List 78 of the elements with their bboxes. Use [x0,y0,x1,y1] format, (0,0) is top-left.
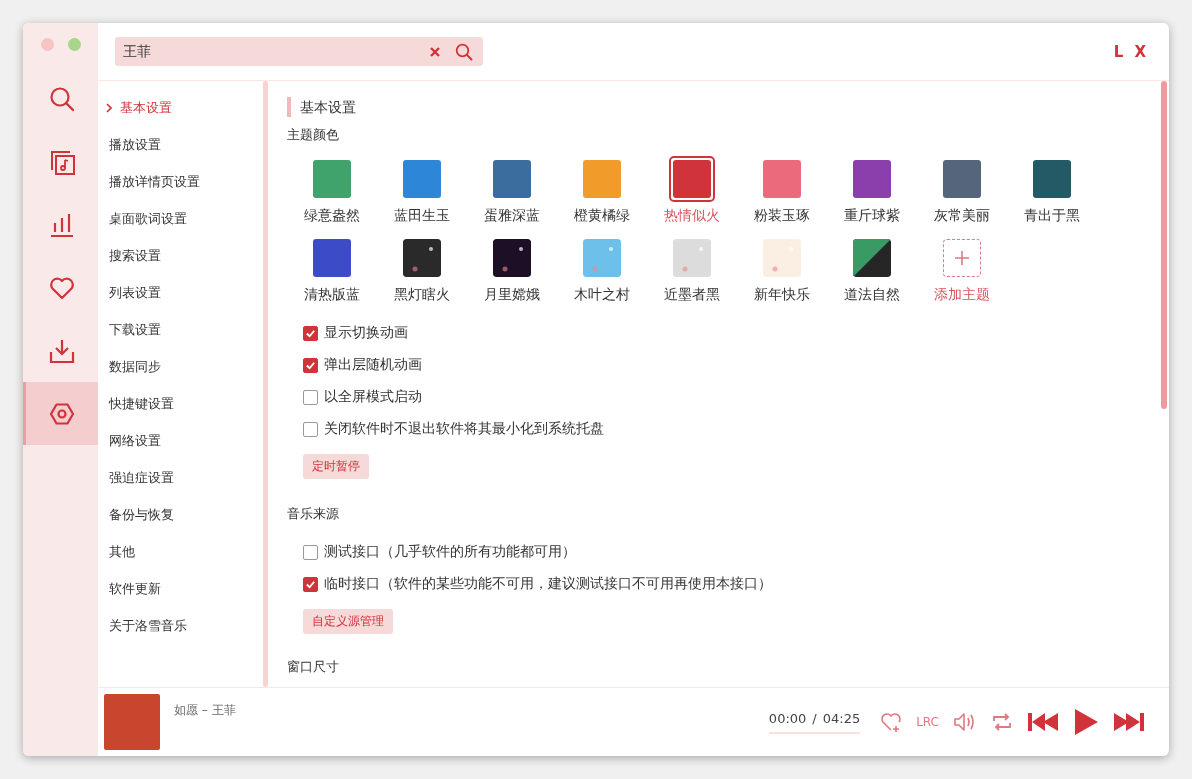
checkbox-label: 显示切换动画 [324,324,408,342]
settings-menu-item[interactable]: 播放设置 [98,126,270,163]
scrollbar-thumb[interactable] [1161,81,1167,409]
settings-menu-item[interactable]: 网络设置 [98,422,270,459]
search-field[interactable]: 王菲 [115,37,483,66]
plus-icon [954,250,970,266]
search-icon[interactable] [455,42,473,61]
theme-option[interactable]: 近墨者黑 [647,235,737,304]
settings-menu-item[interactable]: 关于洛雪音乐 [98,607,270,644]
theme-option[interactable]: 木叶之村 [557,235,647,304]
checkbox[interactable] [303,389,318,405]
settings-menu-item[interactable]: 强迫症设置 [98,459,270,496]
checkbox[interactable] [303,357,318,373]
download-icon [49,337,75,364]
settings-icon [49,400,75,427]
time-separator: / [812,710,817,726]
theme-option[interactable]: 粉装玉琢 [737,156,827,225]
play-icon[interactable] [1073,708,1099,736]
timer-pause-button[interactable]: 定时暂停 [303,454,369,479]
song-title: 如愿 – 王菲 [174,702,236,719]
checkbox-label: 临时接口（软件的某些功能不可用，建议测试接口不可用再使用本接口） [324,575,772,593]
theme-option[interactable]: 热情似火 [647,156,737,225]
checkbox[interactable] [303,544,318,560]
chevron-icon [106,102,112,113]
checkbox-label: 关闭软件时不退出软件将其最小化到系统托盘 [324,420,604,438]
settings-menu-item[interactable]: 播放详情页设置 [98,163,270,200]
app-logo: L X [1113,42,1149,61]
search-icon [49,85,75,112]
check-icon [305,578,316,590]
theme-option[interactable]: 道法自然 [827,235,917,304]
theme-option[interactable]: 灰常美丽 [917,156,1007,225]
custom-source-button[interactable]: 自定义源管理 [303,609,393,634]
add-theme-button[interactable]: 添加主题 [917,235,1007,304]
theme-option[interactable]: 黑灯瞎火 [377,235,467,304]
theme-option[interactable]: 新年快乐 [737,235,827,304]
theme-label: 主题颜色 [287,126,340,144]
theme-option[interactable]: 橙黄橘绿 [557,156,647,225]
next-track-icon[interactable] [1113,711,1145,733]
checkbox-label: 弹出层随机动画 [324,356,422,374]
checkbox-label: 以全屏模式启动 [324,388,422,406]
settings-menu-item[interactable]: 快捷键设置 [98,385,270,422]
theme-option[interactable]: 蛋雅深蓝 [467,156,557,225]
theme-option[interactable]: 绿意盎然 [287,156,377,225]
bar-chart-icon [49,211,75,238]
music-note-icon [49,148,75,175]
theme-option[interactable]: 青出于黑 [1007,156,1097,225]
volume-icon[interactable] [953,711,977,733]
settings-nav-button[interactable] [23,382,98,445]
repeat-icon[interactable] [991,711,1013,733]
previous-track-icon[interactable] [1027,711,1059,733]
search-input[interactable]: 王菲 [121,42,415,61]
settings-menu-item[interactable]: 其他 [98,533,270,570]
settings-menu-item[interactable]: 列表设置 [98,274,270,311]
heart-icon[interactable] [880,711,903,733]
checkbox[interactable] [303,421,318,437]
checkbox-label: 测试接口（几乎软件的所有功能都可用） [324,543,576,561]
checkbox[interactable] [303,576,318,592]
settings-menu-item[interactable]: 搜索设置 [98,237,270,274]
theme-option[interactable]: 清热版蓝 [287,235,377,304]
current-time: 00:00 [768,710,807,726]
settings-menu-item[interactable]: 桌面歌词设置 [98,200,270,237]
check-icon [305,359,316,371]
settings-menu-item[interactable]: 下载设置 [98,311,270,348]
scrollbar[interactable] [263,81,268,687]
checkbox[interactable] [303,325,318,341]
album-cover-placeholder [104,694,160,750]
duration: 04:25 [822,710,861,726]
settings-menu-item[interactable]: 备份与恢复 [98,496,270,533]
theme-option[interactable]: 月里嫦娥 [467,235,557,304]
music-source-label: 音乐来源 [287,505,340,523]
settings-menu-item[interactable]: 数据同步 [98,348,270,385]
clear-icon[interactable] [429,45,441,58]
window-size-label: 窗口尺寸 [287,658,340,676]
settings-menu-item[interactable]: 软件更新 [98,570,270,607]
settings-menu-item[interactable]: 基本设置 [98,89,270,126]
theme-option[interactable]: 重斤球紫 [827,156,917,225]
theme-option[interactable]: 蓝田生玉 [377,156,467,225]
check-icon [305,327,316,339]
